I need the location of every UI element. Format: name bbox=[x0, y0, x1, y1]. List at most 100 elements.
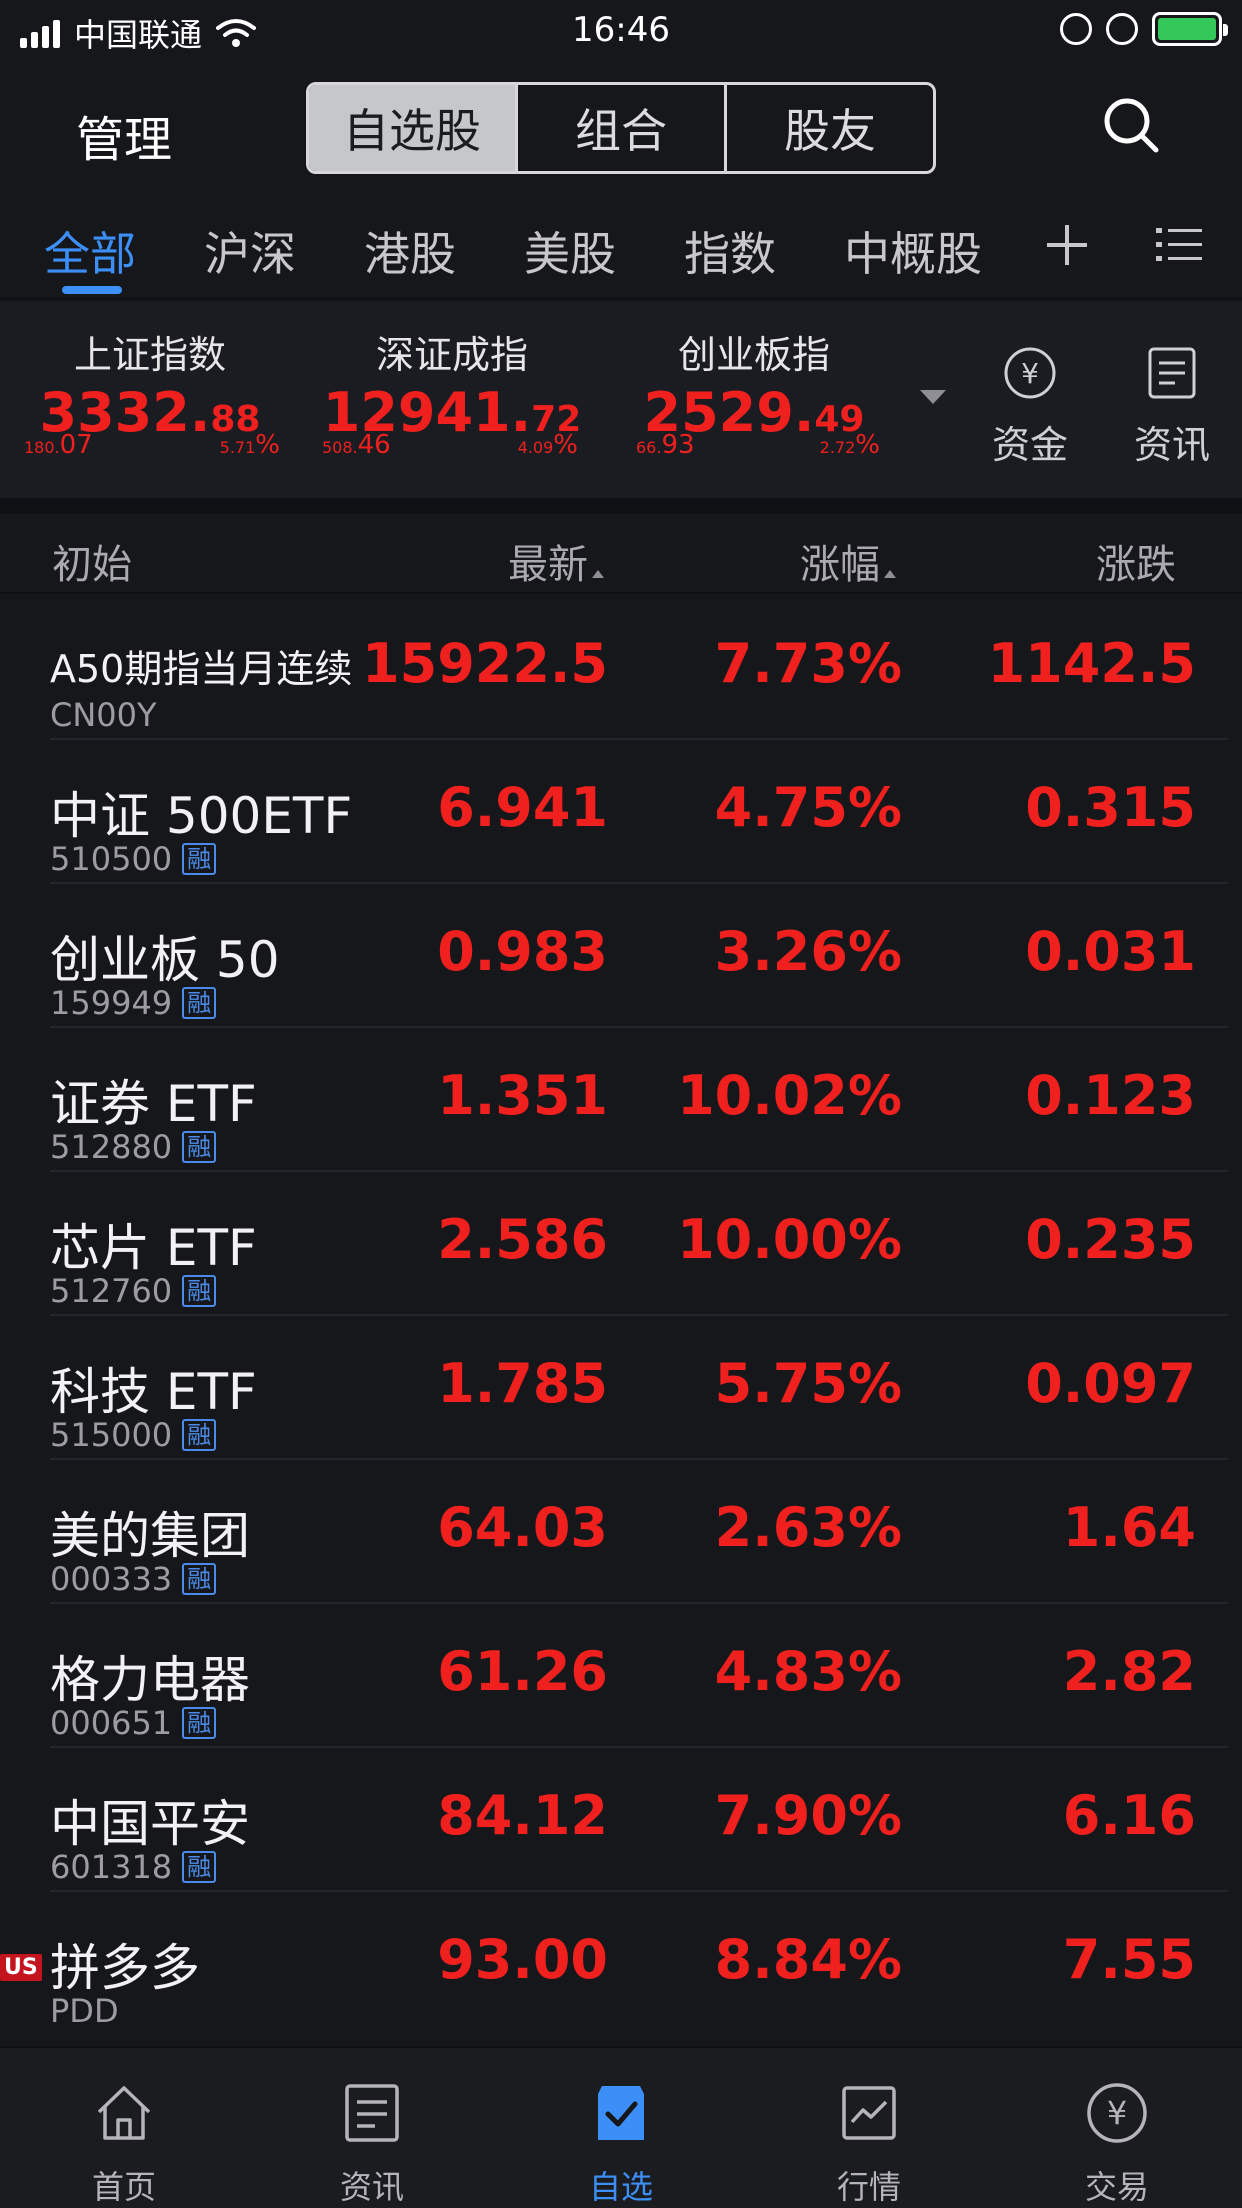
market-filter-tabs: 全部 沪深 港股 美股 指数 中概股 bbox=[0, 192, 1242, 300]
nav-watchlist[interactable]: 自选 bbox=[561, 2080, 681, 2208]
index-sse[interactable]: 上证指数 3332.88 bbox=[20, 324, 280, 444]
us-market-badge: US bbox=[0, 1954, 42, 1981]
manage-button[interactable]: 管理 bbox=[76, 100, 172, 170]
section-divider bbox=[0, 498, 1242, 514]
nav-news[interactable]: 资讯 bbox=[312, 2080, 432, 2208]
list-item[interactable]: US 拼多多 PDD 93.00 8.84% 7.55 bbox=[0, 1892, 1242, 2036]
stock-name: A50期指当月连续 bbox=[50, 647, 353, 691]
index-pct-sse: 5.71% bbox=[219, 430, 280, 460]
segment-watchlist[interactable]: 自选股 bbox=[309, 85, 518, 171]
latest-price: 2.586 bbox=[437, 1208, 608, 1271]
stock-name: 中国平安 bbox=[50, 1795, 250, 1853]
stock-name: 拼多多 bbox=[50, 1939, 200, 1997]
col-change[interactable]: 涨跌 bbox=[1096, 532, 1176, 590]
change-percent: 8.84% bbox=[714, 1928, 902, 1991]
tab-index[interactable]: 指数 bbox=[684, 218, 776, 284]
svg-text:¥: ¥ bbox=[1107, 2094, 1127, 2132]
index-chinext[interactable]: 创业板指 2529.49 bbox=[624, 324, 884, 444]
latest-price: 1.351 bbox=[437, 1064, 608, 1127]
change-value: 0.031 bbox=[1025, 920, 1196, 983]
change-percent: 4.75% bbox=[714, 776, 902, 839]
col-latest[interactable]: 最新 bbox=[508, 532, 604, 590]
tab-china-concept[interactable]: 中概股 bbox=[844, 218, 982, 284]
change-percent: 2.63% bbox=[714, 1496, 902, 1559]
top-header: 管理 自选股 组合 股友 bbox=[0, 62, 1242, 192]
segment-friends[interactable]: 股友 bbox=[727, 85, 933, 171]
stock-code: 000651 融 bbox=[50, 1704, 217, 1742]
latest-price: 84.12 bbox=[437, 1784, 608, 1847]
index-pct-szse: 4.09% bbox=[517, 430, 578, 460]
funds-button[interactable]: ¥ 资金 bbox=[980, 346, 1080, 469]
margin-badge: 融 bbox=[182, 1563, 217, 1595]
latest-price: 64.03 bbox=[437, 1496, 608, 1559]
change-value: 0.235 bbox=[1025, 1208, 1196, 1271]
status-time: 16:46 bbox=[572, 10, 670, 50]
latest-price: 93.00 bbox=[437, 1928, 608, 1991]
list-item[interactable]: A50期指当月连续 CN00Y 15922.5 7.73% 1142.5 bbox=[0, 596, 1242, 740]
list-item[interactable]: 格力电器 000651 融 61.26 4.83% 2.82 bbox=[0, 1604, 1242, 1748]
yuan-flow-icon: ¥ bbox=[1004, 347, 1056, 399]
bottom-nav: 首页 资讯 自选 行情 ¥ 交易 bbox=[0, 2046, 1242, 2208]
rotation-lock-icon bbox=[1060, 13, 1092, 45]
add-icon[interactable] bbox=[1042, 220, 1092, 270]
stock-code: 000333 融 bbox=[50, 1560, 217, 1598]
list-item[interactable]: 证券 ETF 512880 融 1.351 10.02% 0.123 bbox=[0, 1028, 1242, 1172]
search-icon[interactable] bbox=[1102, 96, 1160, 154]
document-icon bbox=[1148, 347, 1196, 399]
list-item[interactable]: 芯片 ETF 512760 融 2.586 10.00% 0.235 bbox=[0, 1172, 1242, 1316]
tab-all[interactable]: 全部 bbox=[44, 218, 136, 284]
tab-us[interactable]: 美股 bbox=[524, 218, 616, 284]
nav-home[interactable]: 首页 bbox=[64, 2080, 184, 2208]
list-item[interactable]: 美的集团 000333 融 64.03 2.63% 1.64 bbox=[0, 1460, 1242, 1604]
stock-name: 芯片 ETF bbox=[50, 1219, 257, 1277]
tab-hushen[interactable]: 沪深 bbox=[204, 218, 296, 284]
yuan-icon: ¥ bbox=[1087, 2083, 1147, 2143]
change-value: 0.315 bbox=[1025, 776, 1196, 839]
col-change-pct[interactable]: 涨幅 bbox=[800, 532, 896, 590]
change-value: 0.097 bbox=[1025, 1352, 1196, 1415]
index-szse[interactable]: 深证成指 12941.72 bbox=[322, 324, 582, 444]
change-percent: 3.26% bbox=[714, 920, 902, 983]
column-header: 初始 最新 涨幅 涨跌 bbox=[0, 514, 1242, 594]
list-item[interactable]: 中证 500ETF 510500 融 6.941 4.75% 0.315 bbox=[0, 740, 1242, 884]
tab-hk[interactable]: 港股 bbox=[364, 218, 456, 284]
stock-code: 601318 融 bbox=[50, 1848, 217, 1886]
change-value: 7.55 bbox=[1062, 1928, 1196, 1991]
stock-name: 科技 ETF bbox=[50, 1363, 257, 1421]
change-percent: 4.83% bbox=[714, 1640, 902, 1703]
sort-icon bbox=[884, 570, 896, 578]
latest-price: 61.26 bbox=[437, 1640, 608, 1703]
index-name: 上证指数 bbox=[73, 333, 226, 377]
svg-text:¥: ¥ bbox=[1021, 357, 1039, 390]
nav-market[interactable]: 行情 bbox=[809, 2080, 929, 2208]
status-bar: 中国联通 16:46 bbox=[0, 0, 1242, 62]
margin-badge: 融 bbox=[182, 1707, 217, 1739]
margin-badge: 融 bbox=[182, 843, 217, 875]
sort-icon bbox=[592, 570, 604, 578]
margin-badge: 融 bbox=[182, 1275, 217, 1307]
news-quick-button[interactable]: 资讯 bbox=[1122, 346, 1222, 469]
latest-price: 15922.5 bbox=[362, 632, 608, 695]
chevron-down-icon[interactable] bbox=[920, 390, 946, 404]
change-value: 0.123 bbox=[1025, 1064, 1196, 1127]
nav-trade[interactable]: ¥ 交易 bbox=[1057, 2080, 1177, 2208]
margin-badge: 融 bbox=[182, 1419, 217, 1451]
list-item[interactable]: 中国平安 601318 融 84.12 7.90% 6.16 bbox=[0, 1748, 1242, 1892]
stock-code: 510500 融 bbox=[50, 840, 217, 878]
margin-badge: 融 bbox=[182, 1851, 217, 1883]
stock-code: CN00Y bbox=[50, 696, 157, 734]
list-item[interactable]: 创业板 50 159949 融 0.983 3.26% 0.031 bbox=[0, 884, 1242, 1028]
list-menu-icon[interactable] bbox=[1154, 220, 1204, 270]
stock-name: 创业板 50 bbox=[50, 931, 280, 989]
segment-portfolio[interactable]: 组合 bbox=[518, 85, 727, 171]
change-value: 6.16 bbox=[1062, 1784, 1196, 1847]
stock-name: 中证 500ETF bbox=[50, 787, 353, 845]
change-percent: 7.73% bbox=[714, 632, 902, 695]
latest-price: 1.785 bbox=[437, 1352, 608, 1415]
battery-icon bbox=[1152, 12, 1228, 46]
stock-code: 515000 融 bbox=[50, 1416, 217, 1454]
col-name[interactable]: 初始 bbox=[52, 532, 132, 590]
list-item[interactable]: 科技 ETF 515000 融 1.785 5.75% 0.097 bbox=[0, 1316, 1242, 1460]
change-value: 1142.5 bbox=[987, 632, 1196, 695]
index-pct-chinext: 2.72% bbox=[819, 430, 880, 460]
